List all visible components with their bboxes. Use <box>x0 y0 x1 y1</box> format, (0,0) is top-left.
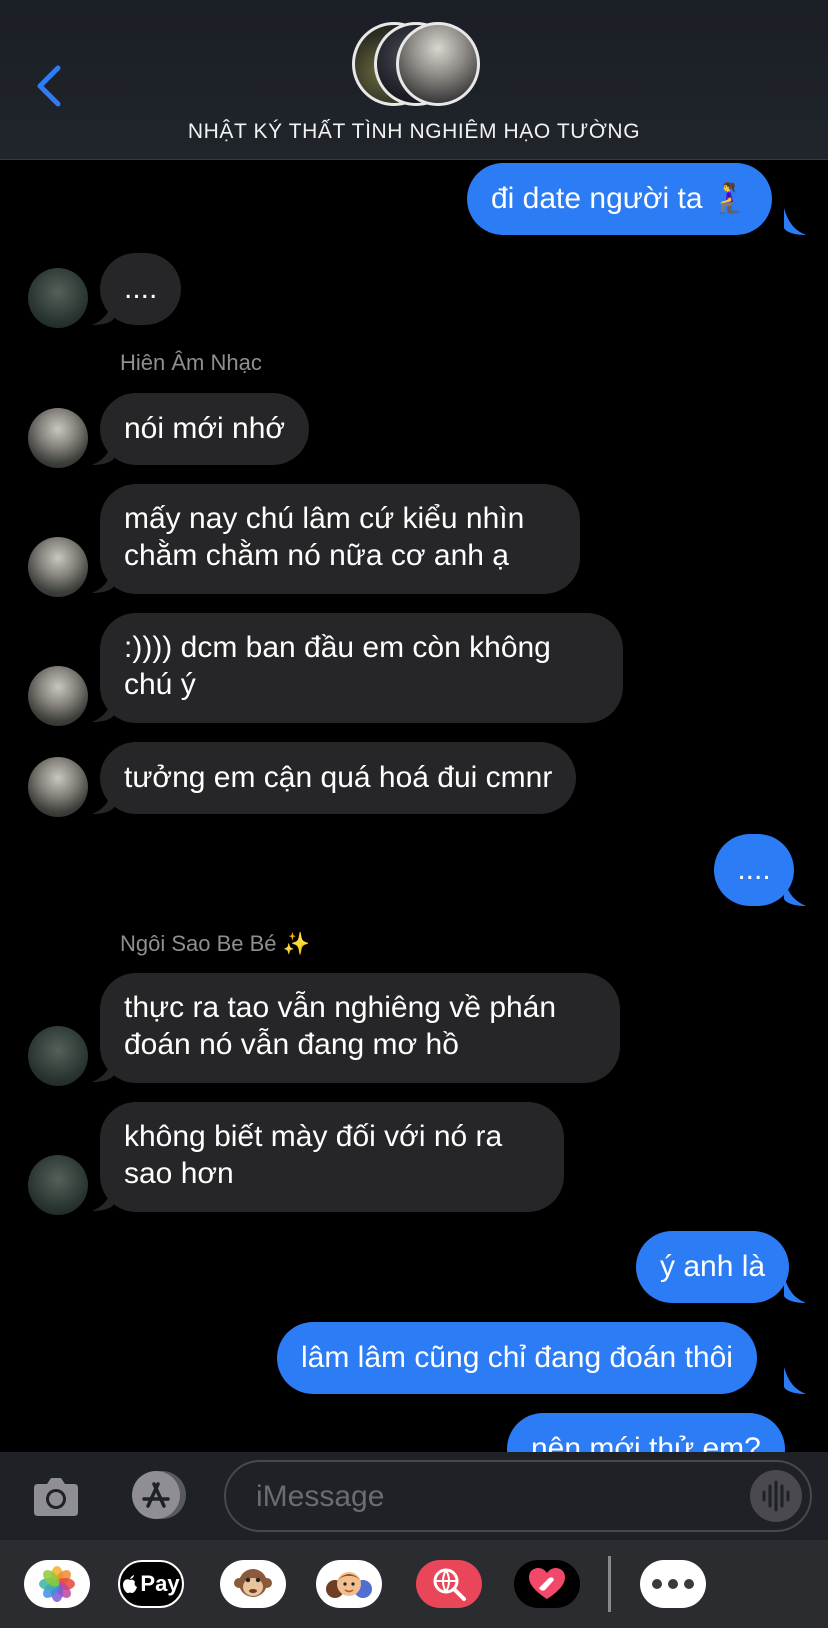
sender-avatar[interactable] <box>28 408 88 468</box>
outgoing-message[interactable]: ý anh là <box>636 1231 790 1303</box>
group-avatar <box>396 22 480 106</box>
outgoing-message[interactable]: .... <box>714 834 794 906</box>
image-search-button[interactable] <box>416 1560 482 1608</box>
message-line: không biết mày đối với nó ra <box>124 1120 503 1153</box>
compose-bar: iMessage <box>0 1452 828 1540</box>
camera-button[interactable] <box>32 1474 80 1518</box>
message-input[interactable]: iMessage <box>224 1460 812 1532</box>
waveform-icon <box>762 1480 790 1512</box>
outgoing-message[interactable]: lâm lâm cũng chỉ đang đoán thôi <box>277 1322 757 1394</box>
message-placeholder: iMessage <box>256 1480 385 1513</box>
sender-avatar[interactable] <box>28 1155 88 1215</box>
app-drawer: Pay <box>0 1540 828 1628</box>
globe-search-icon <box>433 1568 466 1601</box>
photos-app-button[interactable] <box>24 1560 90 1608</box>
incoming-message[interactable]: tưởng em cận quá hoá đui cmnr <box>100 742 577 814</box>
message-text: lâm lâm cũng chỉ đang đoán thôi <box>301 1341 733 1374</box>
sender-name: Ngôi Sao Be Bé ✨ <box>120 931 311 956</box>
message-text: nói mới nhớ <box>124 412 286 445</box>
photos-icon <box>39 1566 75 1602</box>
group-name[interactable]: NHẬT KÝ THẤT TÌNH NGHIÊM HẠO TƯỜNG <box>0 120 828 144</box>
chevron-left-icon <box>37 65 61 107</box>
more-apps-button[interactable] <box>640 1560 706 1608</box>
sender-avatar[interactable] <box>28 1026 88 1086</box>
outgoing-message[interactable]: đi date người ta 🧎‍♀️ <box>467 163 773 235</box>
ellipsis-icon <box>652 1579 694 1589</box>
app-store-icon <box>132 1471 186 1519</box>
memoji-icon <box>326 1572 372 1598</box>
monkey-icon <box>234 1569 272 1597</box>
animoji-button[interactable] <box>220 1560 286 1608</box>
sender-avatar[interactable] <box>28 268 88 328</box>
incoming-message[interactable]: không biết mày đối với nó ra sao hơn <box>100 1102 564 1212</box>
message-line: thực ra tao vẫn nghiêng về phán <box>124 991 557 1024</box>
sender-avatar[interactable] <box>28 757 88 817</box>
sender-avatar[interactable] <box>28 666 88 726</box>
sender-avatar[interactable] <box>28 537 88 597</box>
memoji-button[interactable] <box>316 1560 382 1608</box>
camera-icon <box>34 1478 78 1516</box>
heart-touch-icon <box>529 1568 565 1599</box>
conversation-header: NHẬT KÝ THẤT TÌNH NGHIÊM HẠO TƯỜNG <box>0 0 828 160</box>
audio-message-button[interactable] <box>750 1470 802 1522</box>
sender-name: Hiên Âm Nhạc <box>120 350 262 375</box>
digital-touch-button[interactable] <box>514 1560 580 1608</box>
app-divider <box>608 1556 611 1612</box>
message-text: tưởng em cận quá hoá đui cmnr <box>124 761 553 794</box>
incoming-message[interactable]: mấy nay chú lâm cứ kiểu nhìn chằm chằm n… <box>100 484 580 594</box>
app-store-button[interactable] <box>126 1470 190 1520</box>
back-button[interactable] <box>30 62 70 110</box>
message-text: ý anh là <box>660 1250 766 1283</box>
message-line: mấy nay chú lâm cứ kiểu nhìn <box>124 502 525 535</box>
group-avatars[interactable] <box>352 22 482 108</box>
apple-logo-icon <box>123 1575 138 1593</box>
message-line: chú ý <box>124 668 196 701</box>
message-line: đoán nó vẫn đang mơ hồ <box>124 1028 459 1061</box>
apple-pay-button[interactable]: Pay <box>118 1560 184 1608</box>
incoming-message[interactable]: thực ra tao vẫn nghiêng về phán đoán nó … <box>100 973 620 1083</box>
message-line: sao hơn <box>124 1157 234 1190</box>
message-text: đi date người ta 🧎‍♀️ <box>491 182 749 215</box>
incoming-message[interactable]: nói mới nhớ <box>100 393 310 465</box>
message-line: chằm chằm nó nữa cơ anh ạ <box>124 539 509 572</box>
apple-pay-label: Pay <box>140 1571 180 1596</box>
message-text: .... <box>737 853 771 886</box>
incoming-message[interactable]: :)))) dcm ban đầu em còn không chú ý <box>100 613 623 723</box>
message-line: :)))) dcm ban đầu em còn không <box>124 631 551 664</box>
message-text: .... <box>124 272 158 305</box>
